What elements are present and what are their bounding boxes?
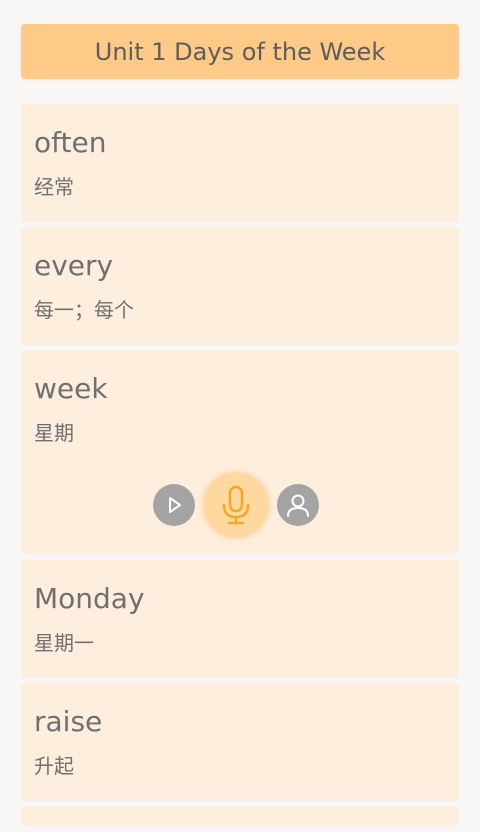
word-text: every xyxy=(34,249,114,282)
user-icon xyxy=(287,494,309,517)
user-playback-button[interactable] xyxy=(277,484,319,526)
word-card-raise[interactable]: raise 升起 xyxy=(21,683,459,800)
word-text: raise xyxy=(34,705,103,738)
word-card-often[interactable]: often 经常 xyxy=(21,104,459,221)
word-card-week[interactable]: week 星期 xyxy=(21,350,459,554)
record-button[interactable] xyxy=(205,474,267,536)
unit-title-bar: Unit 1 Days of the Week xyxy=(21,24,459,79)
word-card-every[interactable]: every 每一；每个 xyxy=(21,227,459,344)
word-meaning: 每一；每个 xyxy=(34,298,134,322)
word-card-next[interactable] xyxy=(21,806,459,826)
word-meaning: 升起 xyxy=(34,754,74,778)
word-card-monday[interactable]: Monday 星期一 xyxy=(21,560,459,677)
play-icon xyxy=(169,497,181,513)
play-button[interactable] xyxy=(153,484,195,526)
pronunciation-controls xyxy=(21,474,459,536)
word-list: often 经常 every 每一；每个 week 星期 Monday 星期一 … xyxy=(21,104,459,832)
microphone-icon xyxy=(222,485,250,525)
unit-title: Unit 1 Days of the Week xyxy=(94,37,386,66)
word-meaning: 经常 xyxy=(34,175,74,199)
word-meaning: 星期一 xyxy=(34,631,94,655)
word-meaning: 星期 xyxy=(34,421,74,445)
word-text: Monday xyxy=(34,582,145,615)
word-text: often xyxy=(34,126,107,159)
word-text: week xyxy=(34,372,108,405)
